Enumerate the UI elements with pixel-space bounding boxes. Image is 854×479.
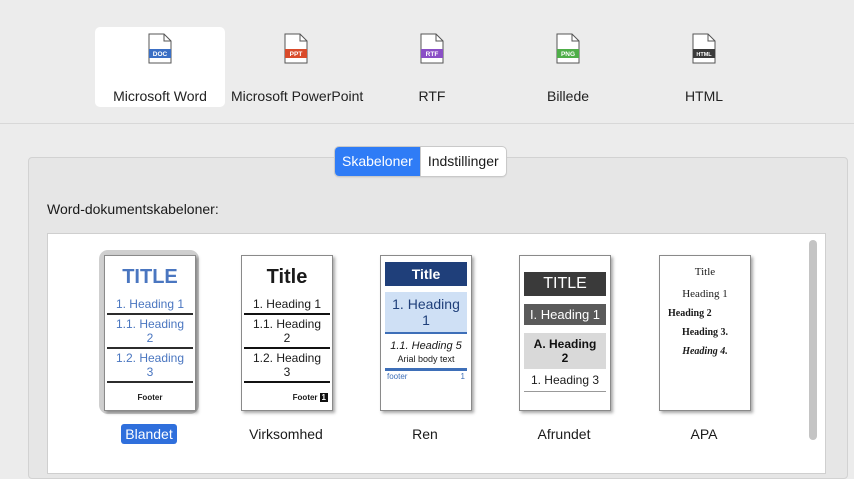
svg-text:PPT: PPT xyxy=(290,51,303,58)
preview-page-number: 1 xyxy=(460,372,465,381)
preview-footer: Footer 1 xyxy=(242,393,332,402)
preview-footer: Footer xyxy=(137,393,163,402)
template-afrundet[interactable]: TITLE I. Heading 1 A. Heading 2 1. Headi… xyxy=(509,250,619,444)
view-segmented-control: Skabeloner Indstillinger xyxy=(334,146,507,177)
preview-title: TITLE xyxy=(524,272,606,296)
template-thumbnail: Title 1. Heading 1 1.1. Heading 2 1.2. H… xyxy=(236,250,336,414)
template-name: Virksomhed xyxy=(249,426,323,442)
preview-page-number: 1 xyxy=(319,393,328,402)
preview-title: TITLE xyxy=(122,266,178,288)
template-preview: Title 1. Heading 1 1.1. Heading 5 Arial … xyxy=(380,255,472,411)
preview-footer: footer 1 xyxy=(381,371,471,382)
format-html-label: HTML xyxy=(684,88,724,104)
template-name: Blandet xyxy=(121,424,177,444)
template-thumbnail: Title Heading 1 Heading 2 Heading 3. Hea… xyxy=(654,250,754,414)
template-name: Afrundet xyxy=(537,426,591,442)
ppt-file-icon: PPT xyxy=(284,33,308,64)
format-html-button[interactable]: HTML HTML xyxy=(639,27,769,107)
preview-heading-1: Heading 1 xyxy=(682,288,728,300)
preview-heading-2: 1.1. Heading 2 xyxy=(107,315,193,349)
preview-heading-4: Heading 4. xyxy=(682,346,728,357)
format-toolbar: DOC Microsoft Word PPT Microsoft PowerPo… xyxy=(0,0,854,124)
tab-templates[interactable]: Skabeloner xyxy=(335,147,420,176)
template-name: Ren xyxy=(412,426,438,442)
scrollbar-thumb[interactable] xyxy=(809,240,817,440)
preview-heading-3: 1.2. Heading 3 xyxy=(244,349,330,383)
template-name: APA xyxy=(690,426,718,442)
rtf-file-icon: RTF xyxy=(420,33,444,64)
format-rtf-label: RTF xyxy=(418,88,446,104)
preview-footer-text: Footer xyxy=(292,393,318,402)
png-file-icon: PNG xyxy=(556,33,580,64)
template-thumbnail: TITLE I. Heading 1 A. Heading 2 1. Headi… xyxy=(514,250,614,414)
svg-text:RTF: RTF xyxy=(426,51,439,58)
doc-file-icon: DOC xyxy=(148,33,172,64)
svg-text:PNG: PNG xyxy=(561,51,575,58)
preview-footer-text: footer xyxy=(387,372,408,381)
preview-heading-1: 1. Heading 1 xyxy=(385,292,467,334)
format-powerpoint-label: Microsoft PowerPoint xyxy=(231,88,364,104)
template-ren[interactable]: Title 1. Heading 1 1.1. Heading 5 Arial … xyxy=(370,250,480,444)
format-image-button[interactable]: PNG Billede xyxy=(503,27,633,107)
template-virksomhed[interactable]: Title 1. Heading 1 1.1. Heading 2 1.2. H… xyxy=(231,250,341,444)
preview-body-text: Arial body text xyxy=(397,354,455,364)
template-thumbnail: TITLE 1. Heading 1 1.1. Heading 2 1.2. H… xyxy=(99,250,199,414)
preview-title: Title xyxy=(385,262,467,286)
tab-settings[interactable]: Indstillinger xyxy=(419,147,506,176)
section-label: Word-dokumentskabeloner: xyxy=(47,201,219,217)
template-preview: TITLE 1. Heading 1 1.1. Heading 2 1.2. H… xyxy=(104,255,196,411)
preview-heading-3: Heading 3. xyxy=(681,327,729,338)
svg-text:HTML: HTML xyxy=(696,52,712,58)
format-rtf-button[interactable]: RTF RTF xyxy=(367,27,497,107)
preview-heading-1: 1. Heading 1 xyxy=(107,295,193,315)
svg-text:DOC: DOC xyxy=(153,51,168,58)
preview-heading-3: 1.2. Heading 3 xyxy=(107,349,193,383)
preview-heading-2: Heading 2 xyxy=(668,308,712,319)
template-thumbnail: Title 1. Heading 1 1.1. Heading 5 Arial … xyxy=(375,250,475,414)
format-word-label: Microsoft Word xyxy=(113,88,207,104)
format-image-label: Billede xyxy=(546,88,590,104)
preview-heading-5: 1.1. Heading 5 xyxy=(390,340,462,352)
template-blandet[interactable]: TITLE 1. Heading 1 1.1. Heading 2 1.2. H… xyxy=(94,250,204,444)
preview-title: Title xyxy=(266,266,308,288)
format-word-button[interactable]: DOC Microsoft Word xyxy=(95,27,225,107)
template-preview: TITLE I. Heading 1 A. Heading 2 1. Headi… xyxy=(519,255,611,411)
template-preview: Title Heading 1 Heading 2 Heading 3. Hea… xyxy=(659,255,751,411)
preview-heading-2: 1.1. Heading 2 xyxy=(244,315,330,349)
format-powerpoint-button[interactable]: PPT Microsoft PowerPoint xyxy=(231,27,364,107)
preview-heading-1: I. Heading 1 xyxy=(524,304,606,325)
template-apa[interactable]: Title Heading 1 Heading 2 Heading 3. Hea… xyxy=(649,250,759,444)
preview-heading-1: 1. Heading 1 xyxy=(244,295,330,315)
template-preview: Title 1. Heading 1 1.1. Heading 2 1.2. H… xyxy=(241,255,333,411)
preview-title: Title xyxy=(694,266,716,278)
preview-heading-3: 1. Heading 3 xyxy=(524,369,606,392)
preview-heading-2: A. Heading 2 xyxy=(524,333,606,369)
html-file-icon: HTML xyxy=(692,33,716,64)
